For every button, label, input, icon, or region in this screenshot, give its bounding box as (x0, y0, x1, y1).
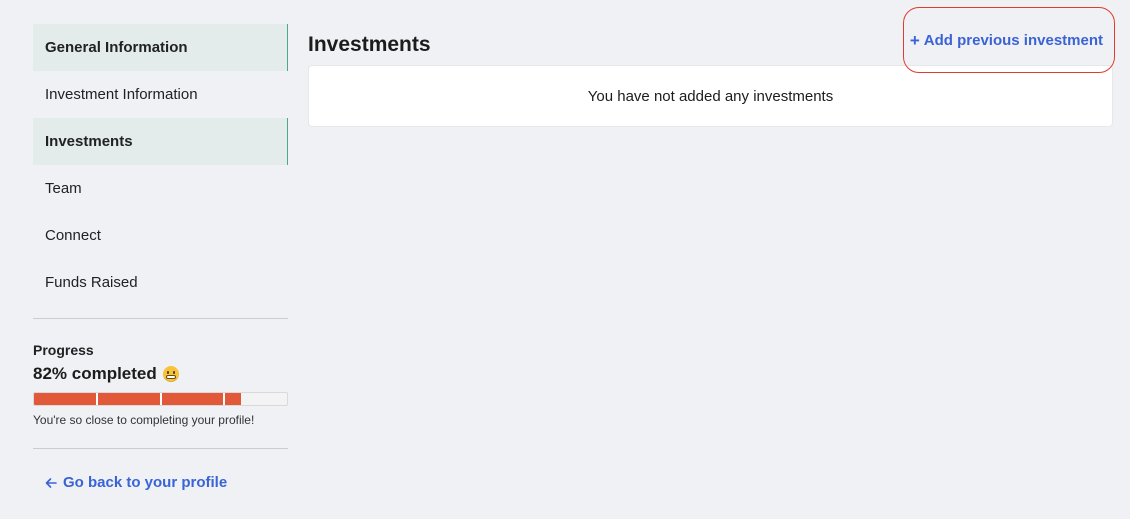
progress-percent: 82% completed (33, 364, 288, 384)
progress-title: Progress (33, 342, 94, 358)
progress-panel: Progress 82% completed You're so close t… (33, 319, 288, 427)
sidebar-item-team[interactable]: Team (33, 165, 288, 212)
page-title: Investments (308, 32, 431, 56)
plus-icon: + (909, 31, 920, 50)
empty-state-card: You have not added any investments (308, 65, 1113, 127)
sidebar-item-investments[interactable]: Investments (33, 118, 288, 165)
back-link-label: Go back to your profile (63, 474, 228, 491)
add-previous-investment-button[interactable]: + Add previous investment (910, 32, 1113, 49)
sidebar-item-general-information[interactable]: General Information (33, 24, 288, 71)
sidebar-item-label: Investment Information (45, 86, 198, 103)
progress-hint: You're so close to completing your profi… (33, 413, 255, 427)
main-content: Investments + Add previous investment Yo… (308, 24, 1113, 127)
progress-bar (33, 392, 288, 406)
progress-segment-divider (160, 393, 162, 405)
grimacing-face-icon (162, 366, 179, 382)
sidebar-item-label: Investments (45, 133, 133, 150)
sidebar-item-investment-information[interactable]: Investment Information (33, 71, 288, 118)
back-to-profile-link[interactable]: Go back to your profile (33, 474, 288, 491)
sidebar-item-connect[interactable]: Connect (33, 212, 288, 259)
progress-percent-label: 82% completed (33, 364, 157, 383)
sidebar-item-label: Connect (45, 227, 101, 244)
sidebar-item-funds-raised[interactable]: Funds Raised (33, 259, 288, 306)
progress-segment-divider (223, 393, 225, 405)
sidebar-item-label: General Information (45, 39, 188, 56)
arrow-left-icon (45, 477, 57, 488)
empty-state-message: You have not added any investments (587, 87, 834, 105)
add-button-label: Add previous investment (923, 32, 1103, 49)
progress-fill (34, 393, 242, 405)
sidebar-item-label: Team (45, 180, 82, 197)
progress-segment-divider (96, 393, 98, 405)
sidebar-item-label: Funds Raised (45, 274, 138, 291)
sidebar: General Information Investment Informati… (33, 24, 288, 491)
divider (33, 448, 288, 449)
main-header: Investments + Add previous investment (308, 24, 1113, 65)
